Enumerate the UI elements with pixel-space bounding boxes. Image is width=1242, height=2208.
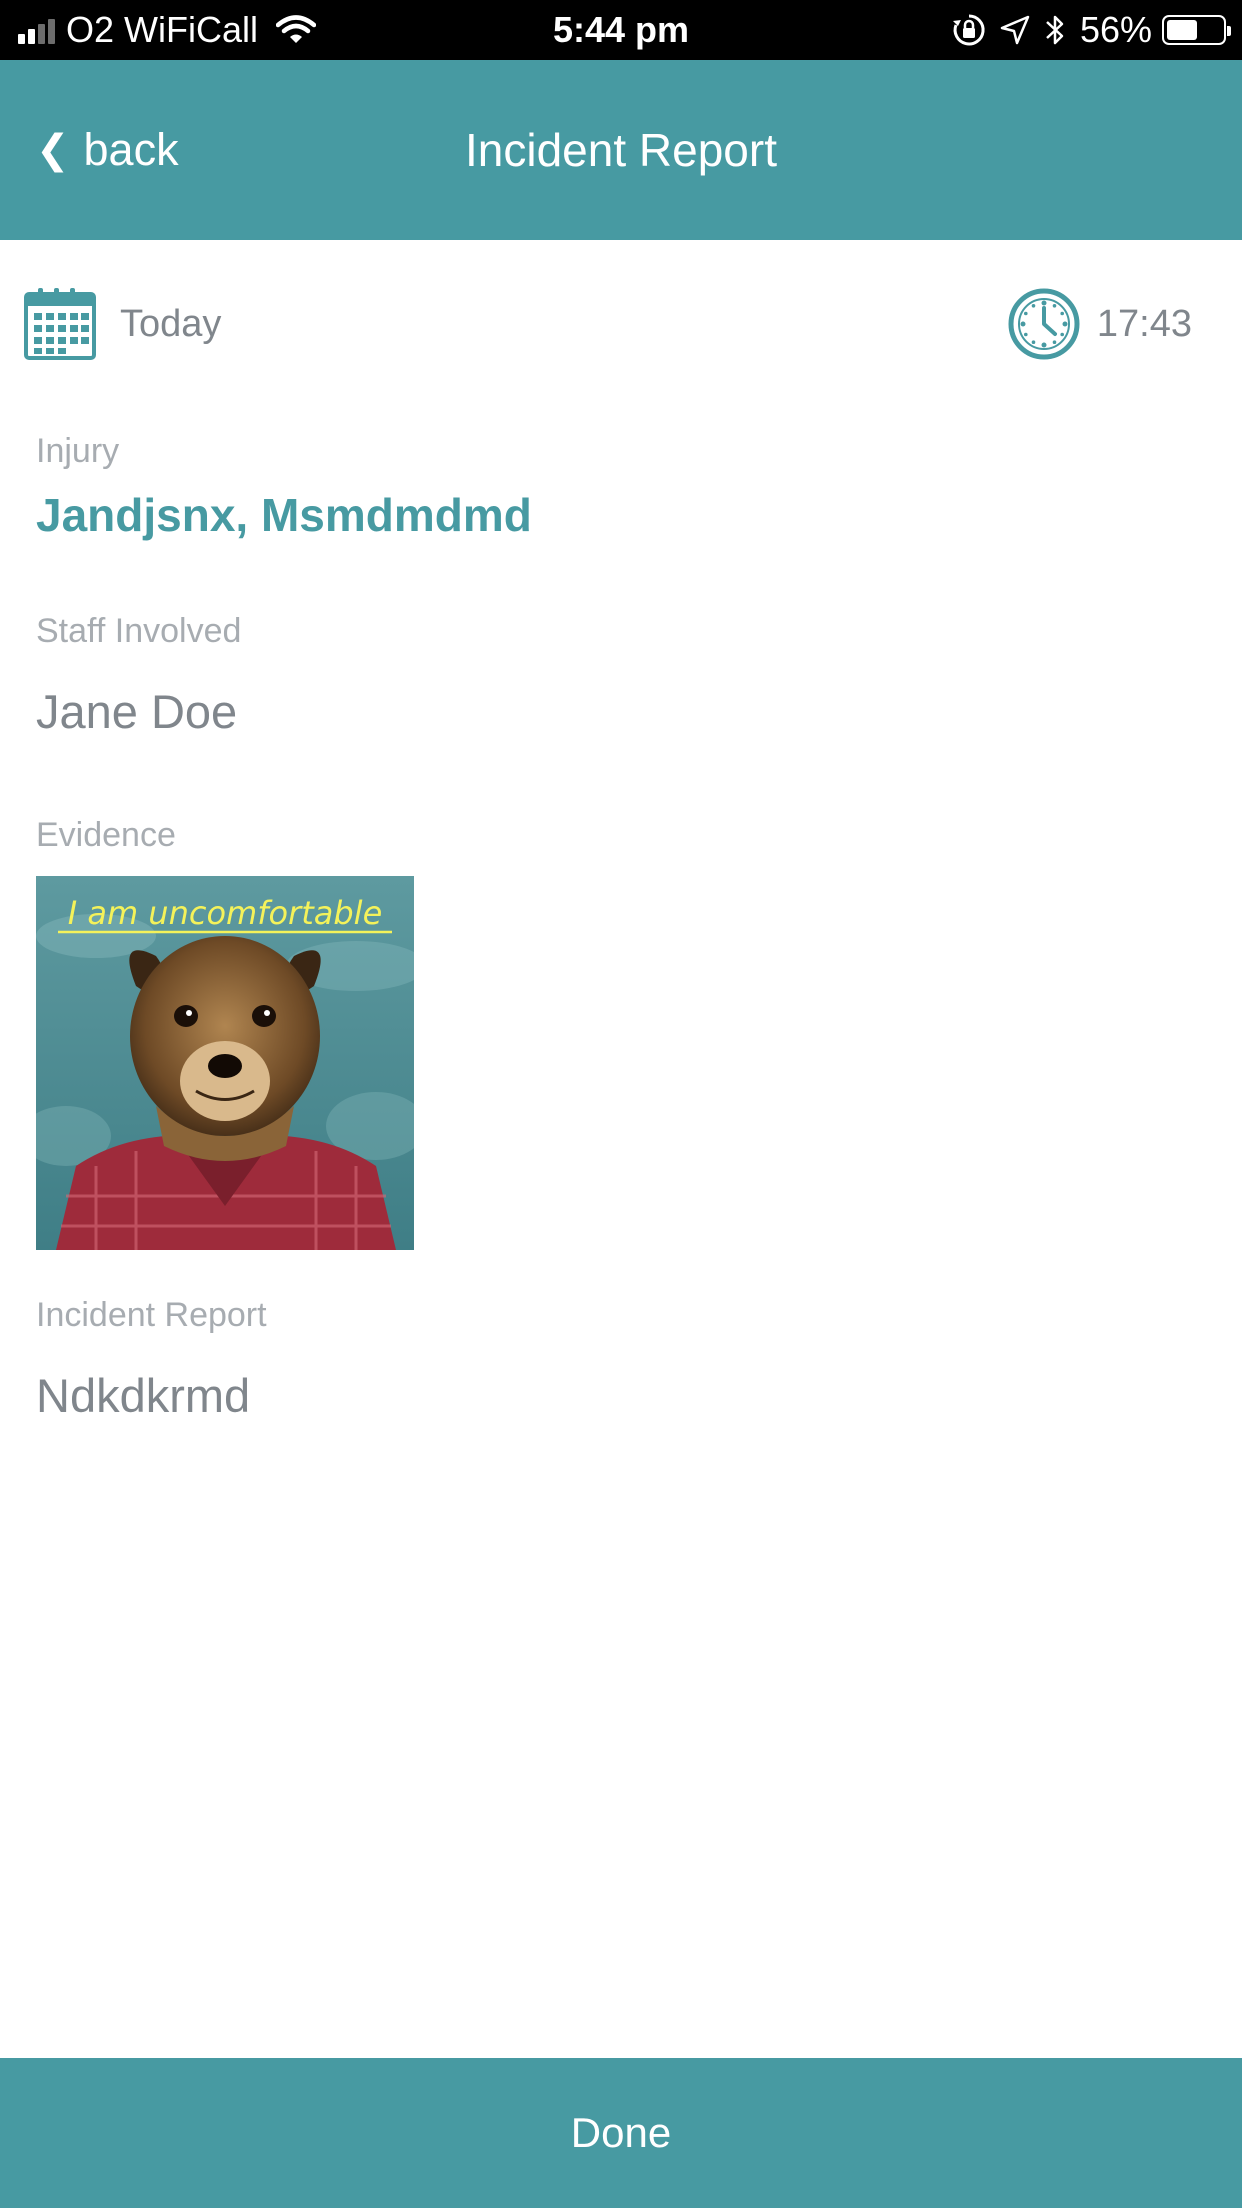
- evidence-photo[interactable]: I am uncomfortable: [36, 876, 414, 1250]
- page-title: Incident Report: [465, 124, 777, 176]
- battery-percent: 56%: [1079, 9, 1152, 50]
- orientation-lock-icon: [952, 13, 986, 47]
- staff-involved-label: Staff Involved: [36, 612, 242, 650]
- staff-involved-value[interactable]: Jane Doe: [36, 684, 237, 739]
- battery-level-fill: [1167, 20, 1197, 40]
- status-bar-right: 56%: [938, 0, 1231, 60]
- clock-icon[interactable]: [1008, 288, 1080, 365]
- evidence-caption: I am uncomfortable: [68, 894, 383, 932]
- date-value[interactable]: Today: [120, 303, 221, 346]
- date-time-row: Today 17:43: [0, 240, 1242, 410]
- screen: O2 WiFiCall 5:44 pm 56% ❮ back Incident …: [0, 0, 1242, 2208]
- location-arrow-icon: [1000, 15, 1030, 45]
- incident-report-label: Incident Report: [36, 1296, 267, 1334]
- evidence-label: Evidence: [36, 816, 176, 854]
- incident-report-value[interactable]: Ndkdkrmd: [36, 1368, 250, 1423]
- time-value[interactable]: 17:43: [1097, 303, 1192, 346]
- status-bar: O2 WiFiCall 5:44 pm 56%: [0, 0, 1242, 60]
- injury-value[interactable]: Jandjsnx, Msmdmdmd: [36, 488, 532, 542]
- bluetooth-icon: [1044, 13, 1066, 47]
- battery-icon: [1162, 15, 1231, 45]
- battery-nub: [1227, 26, 1231, 36]
- done-button[interactable]: Done: [0, 2058, 1242, 2208]
- nav-bar: ❮ back Incident Report: [0, 60, 1242, 240]
- injury-label: Injury: [36, 432, 120, 470]
- calendar-icon[interactable]: [24, 286, 96, 365]
